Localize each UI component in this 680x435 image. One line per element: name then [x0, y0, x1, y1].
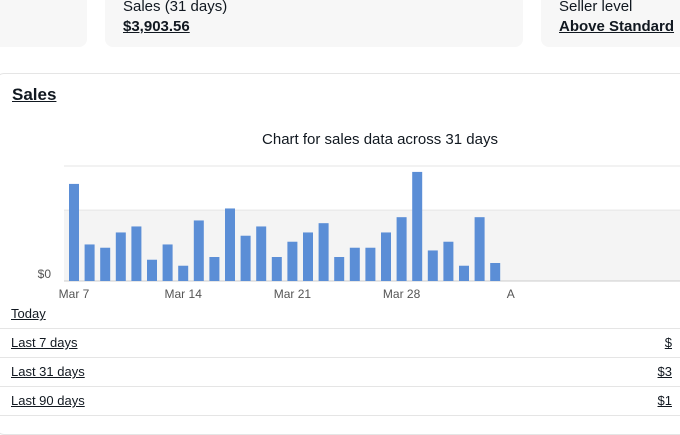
chart-bar [115, 232, 126, 281]
chart-bar [193, 220, 204, 281]
seller-level-card: Seller level Above Standard [541, 0, 680, 47]
sales-summary-value[interactable]: $3,903.56 [123, 18, 190, 35]
chart-bar [256, 226, 267, 281]
x-tick-label: Mar 21 [274, 287, 312, 301]
chart-bar [303, 232, 313, 281]
chart-bar [334, 257, 345, 281]
y-tick-label: $0 [38, 267, 52, 281]
summary-card-partial [0, 0, 87, 47]
sales-bar-chart: $0 Mar 7 Mar 14 Mar 21 Mar 28 A [38, 165, 680, 301]
seller-level-value[interactable]: Above Standard [559, 18, 674, 35]
period-row: Last 90 days $1 [0, 387, 680, 416]
chart-bar [318, 223, 329, 281]
chart-bar [427, 250, 438, 281]
chart-title: Chart for sales data across 31 days [262, 131, 498, 148]
chart-bar [412, 171, 423, 281]
period-row: Last 7 days $ [0, 329, 680, 358]
period-label[interactable]: Last 90 days [11, 393, 85, 408]
chart-bar [490, 263, 501, 281]
chart-bar [459, 265, 469, 281]
chart-bar [69, 183, 79, 281]
sales-section-title[interactable]: Sales [12, 85, 56, 105]
chart-bar [365, 247, 376, 281]
chart-bar [443, 241, 454, 281]
chart-bar [131, 226, 142, 281]
chart-bar [287, 241, 298, 281]
period-value[interactable]: $ [665, 335, 672, 350]
x-tick-label: A [507, 287, 515, 301]
seller-level-label: Seller level [559, 0, 633, 15]
chart-bar [396, 217, 407, 281]
chart-bar [240, 235, 251, 281]
chart-bar [225, 208, 235, 281]
chart-bar [349, 247, 360, 281]
x-tick-label: Mar 7 [59, 287, 90, 301]
x-tick-label: Mar 14 [165, 287, 203, 301]
period-value[interactable]: $3 [658, 364, 672, 379]
chart-bar [381, 232, 391, 281]
period-row: Last 31 days $3 [0, 358, 680, 387]
x-tick-label: Mar 28 [383, 287, 421, 301]
chart-bar [84, 244, 95, 281]
period-label[interactable]: Last 7 days [11, 335, 78, 350]
sales-summary-label: Sales (31 days) [123, 0, 228, 15]
chart-bar [474, 217, 485, 281]
chart-bar [147, 259, 157, 281]
sales-summary-card: Sales (31 days) $3,903.56 [105, 0, 523, 47]
chart-bar [209, 257, 220, 281]
chart-bar [100, 247, 111, 281]
period-row: Today [0, 300, 680, 329]
period-value[interactable]: $1 [658, 393, 672, 408]
chart-bar [178, 265, 189, 281]
period-label[interactable]: Last 31 days [11, 364, 85, 379]
chart-bar [162, 244, 173, 281]
period-label[interactable]: Today [11, 306, 46, 321]
chart-bar [271, 257, 282, 281]
